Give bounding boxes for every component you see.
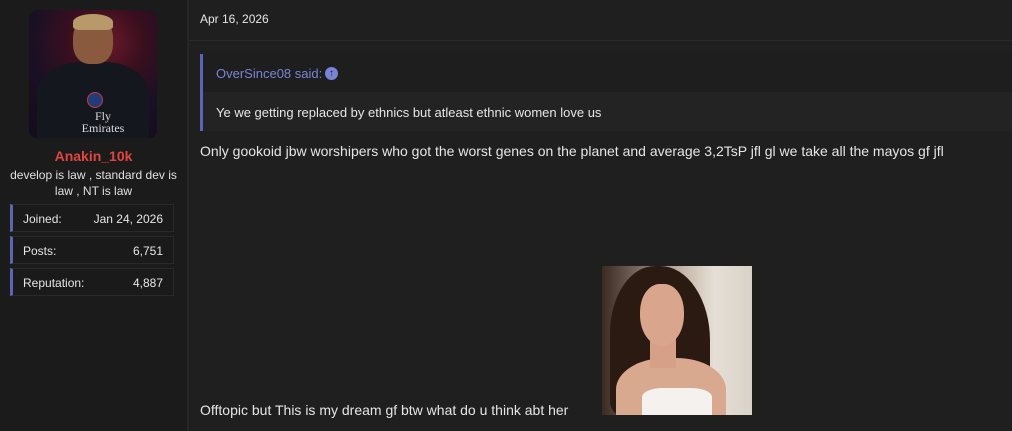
quote-author-link[interactable]: OverSince08 said:: [216, 66, 322, 81]
stat-value: 6,751: [132, 244, 163, 258]
stat-label: Posts:: [23, 244, 57, 258]
photo-top: [642, 388, 712, 415]
quote-header: OverSince08 said: ↑: [203, 54, 1012, 92]
embedded-photo[interactable]: [602, 266, 752, 415]
stat-label: Reputation:: [23, 276, 85, 290]
avatar-hair: [73, 14, 113, 30]
post-date[interactable]: Apr 16, 2026: [200, 12, 269, 26]
avatar-crest: [87, 92, 103, 108]
post-header-divider: [189, 40, 1012, 41]
avatar-sponsor-text: Fly Emirates: [81, 109, 125, 135]
post-body-text: Only gookoid jbw worshipers who got the …: [200, 143, 944, 159]
quote-text: Ye we getting replaced by ethnics but at…: [216, 105, 602, 120]
arrow-up-circle-icon[interactable]: ↑: [325, 67, 338, 80]
username[interactable]: Anakin_10k: [0, 148, 187, 164]
photo-face: [640, 284, 684, 346]
sidebar-divider: [187, 0, 189, 431]
user-sidebar: Fly Emirates Anakin_10k develop is law ,…: [0, 0, 187, 431]
avatar[interactable]: Fly Emirates: [29, 10, 157, 138]
stat-label: Joined:: [23, 212, 62, 226]
quote-block: OverSince08 said: ↑ Ye we getting replac…: [200, 54, 1012, 131]
stat-value: 4,887: [132, 276, 163, 290]
stat-joined: Joined: Jan 24, 2026: [10, 204, 174, 232]
user-title: develop is law , standard dev is law , N…: [10, 168, 177, 198]
stat-posts: Posts: 6,751: [10, 236, 174, 264]
stat-reputation: Reputation: 4,887: [10, 268, 174, 296]
post-offtopic-text: Offtopic but This is my dream gf btw wha…: [200, 402, 569, 418]
stat-value: Jan 24, 2026: [93, 212, 163, 226]
